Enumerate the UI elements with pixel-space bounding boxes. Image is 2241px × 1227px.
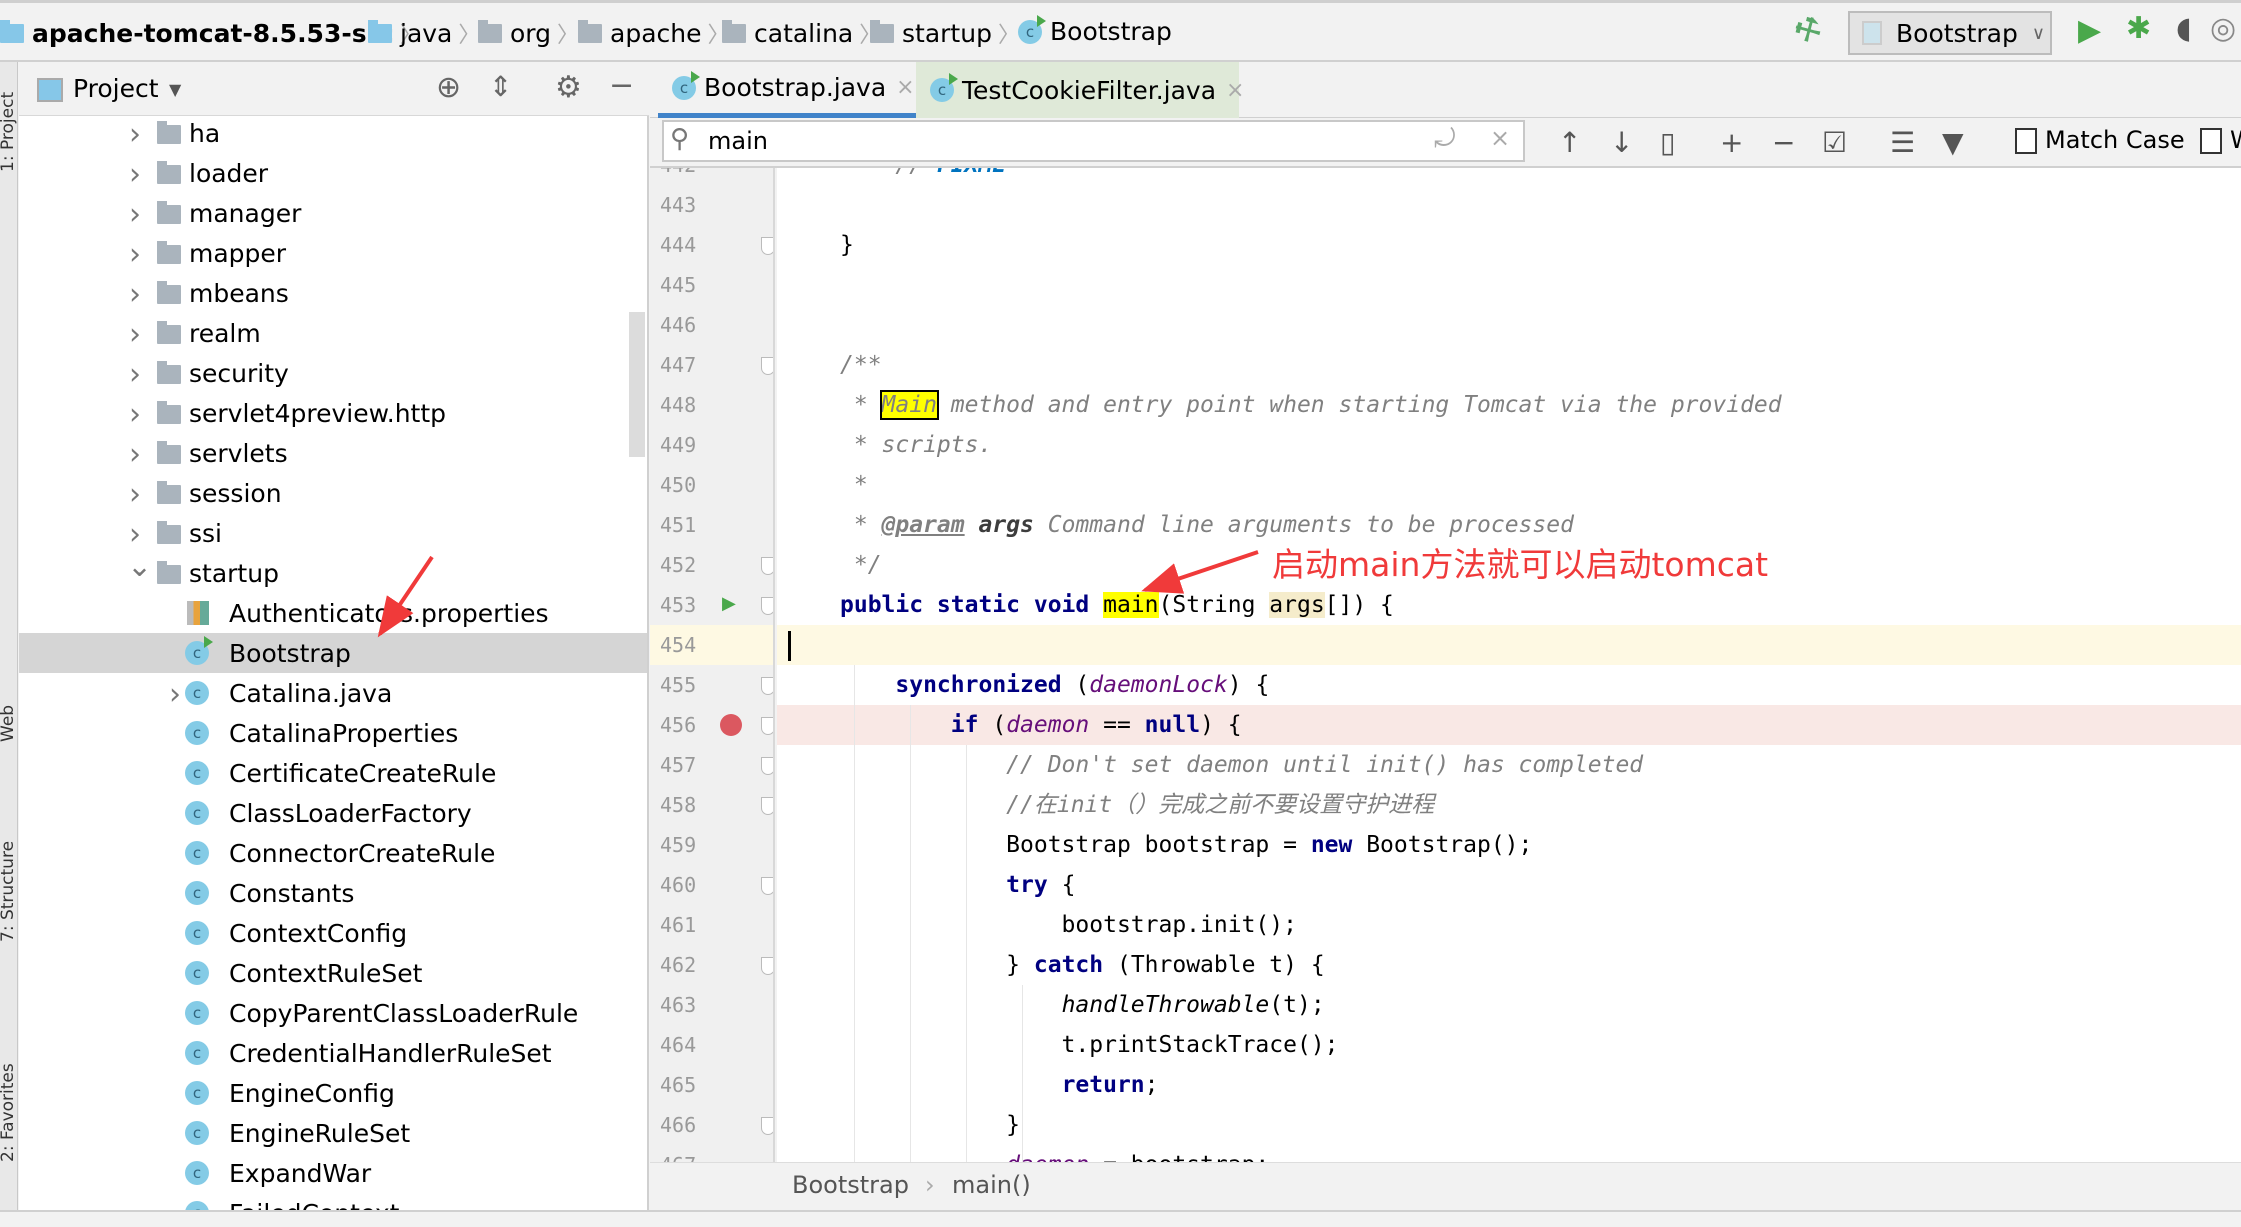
annotation-arrows	[377, 550, 1259, 638]
annotation-arrow-main	[1141, 550, 1259, 594]
annotation-arrow-tree	[377, 555, 434, 638]
